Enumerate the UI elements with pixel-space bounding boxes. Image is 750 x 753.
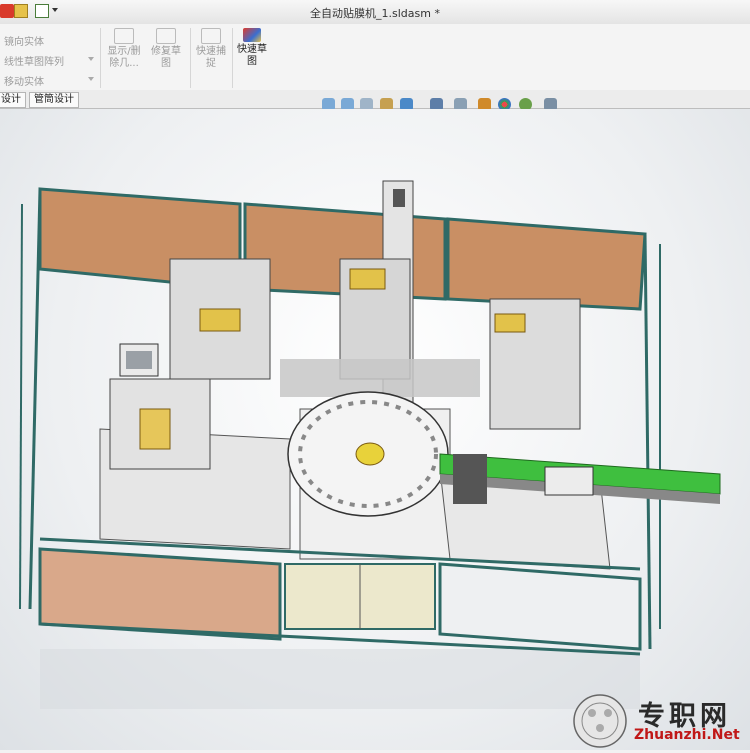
repair-sketch-button[interactable]: 修复草 图 (146, 28, 186, 70)
repair-sketch-icon (156, 28, 176, 44)
assembly-model[interactable] (0, 109, 750, 750)
watermark-globe-icon (573, 694, 627, 748)
ribbon-separator (232, 28, 233, 88)
graphics-area[interactable] (0, 109, 750, 750)
repair-sketch-label-1: 修复草 (151, 46, 181, 57)
quick-sketch-label-2: 图 (247, 56, 257, 67)
back-panel-right (446, 217, 647, 311)
ribbon-separator (190, 28, 191, 88)
linear-sketch-pattern-button[interactable]: 线性草图阵列 (4, 53, 64, 68)
mirror-entity-button[interactable]: 镜向实体 (4, 33, 44, 48)
quick-snap-icon (201, 28, 221, 44)
title-bar: 全自动贴膜机_1.sldasm * (0, 0, 750, 25)
ribbon-separator (100, 28, 101, 88)
watermark-url: Zhuanzhi.Net (634, 727, 740, 743)
quick-sketch-icon (243, 28, 261, 42)
quick-snap-label-2: 捉 (206, 58, 216, 69)
left-roller (199, 308, 241, 332)
quick-snap-button[interactable]: 快速捕 捉 (192, 28, 230, 70)
front-panel-right (438, 562, 642, 651)
tab-tube-design[interactable]: 管筒设计 (29, 92, 79, 108)
repair-sketch-label-2: 图 (161, 58, 171, 69)
rotary-hub (355, 442, 385, 466)
show-delete-relations-icon (114, 28, 134, 44)
move-entity-button[interactable]: 移动实体 (4, 73, 44, 88)
window-title: 全自动贴膜机_1.sldasm * (310, 7, 440, 20)
quick-snap-label-1: 快速捕 (196, 46, 226, 57)
tab-design[interactable]: 设计 (0, 92, 26, 108)
command-ribbon: 镜向实体 线性草图阵列 移动实体 显示/删 除几... 修复草 图 快速捕 捉 … (0, 24, 750, 91)
move-dropdown-icon[interactable] (88, 77, 94, 81)
show-delete-label-2: 除几... (109, 58, 139, 69)
show-delete-relations-button[interactable]: 显示/删 除几... (104, 28, 144, 70)
button-panel (453, 454, 487, 504)
quick-sketch-label-1: 快速草 (237, 44, 267, 55)
blurred-region (280, 359, 480, 397)
show-delete-label-1: 显示/删 (107, 46, 141, 57)
pattern-dropdown-icon[interactable] (88, 57, 94, 61)
conveyor-panel (544, 466, 594, 496)
command-tabs: 设计 管筒设计 (0, 90, 750, 109)
quick-sketch-button[interactable]: 快速草 图 (234, 28, 270, 68)
